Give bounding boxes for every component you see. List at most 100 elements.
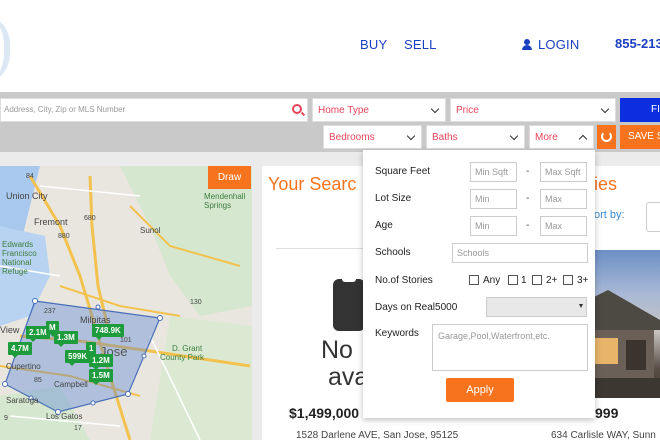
range-dash: - <box>526 193 530 204</box>
apply-button[interactable]: Apply <box>446 378 514 402</box>
chevron-down-icon <box>600 104 610 114</box>
map-label: Union City <box>6 191 48 201</box>
caret-down-icon <box>579 304 583 308</box>
chevron-down-icon <box>430 104 440 114</box>
map-label: 101 <box>120 337 132 344</box>
map-label: Mendenhall <box>204 192 246 201</box>
listing-address[interactable]: 634 Carlisle WAY, Sunn <box>551 430 656 440</box>
chevron-down-icon <box>509 131 519 141</box>
nav-login-link[interactable]: LOGIN <box>522 37 579 52</box>
map-label: Cupertino <box>6 362 41 371</box>
stories-option-label: 2+ <box>546 275 558 286</box>
stories-label: No.of Stories <box>375 275 433 286</box>
home-type-select[interactable]: Home Type <box>312 98 446 122</box>
listing-price: $1,499,000 <box>289 405 360 421</box>
search-input[interactable]: Address, City, Zip or MLS Number <box>0 98 308 122</box>
price-pin[interactable]: 1 <box>86 342 97 358</box>
price-pin[interactable]: 748.9K <box>92 324 124 340</box>
range-dash: - <box>526 220 530 231</box>
results-heading: Your Searc <box>268 174 357 194</box>
refresh-icon <box>601 131 612 142</box>
map-label: 237 <box>44 308 56 315</box>
age-label: Age <box>375 220 393 231</box>
stories-any-checkbox[interactable] <box>469 275 479 285</box>
search-icon[interactable] <box>292 104 302 114</box>
stories-2-checkbox[interactable] <box>532 275 542 285</box>
stories-option-label: 3+ <box>577 275 589 286</box>
save-search-button[interactable]: SAVE S <box>620 125 660 149</box>
map-label: Refuge <box>2 267 28 276</box>
range-dash: - <box>526 166 530 177</box>
map-label: County Park <box>160 353 205 362</box>
max-lot-size-input[interactable]: Max <box>540 189 587 209</box>
keywords-label: Keywords <box>375 328 419 339</box>
baths-label: Baths <box>432 132 458 143</box>
map-label: 130 <box>190 299 202 306</box>
map-label: 680 <box>84 215 96 222</box>
phone-number[interactable]: 855-213 <box>615 36 660 51</box>
map-label: 84 <box>26 173 34 180</box>
no-image-line: No <box>321 336 353 364</box>
min-age-input[interactable]: Min <box>470 216 517 236</box>
home-type-label: Home Type <box>318 105 369 116</box>
chevron-down-icon <box>406 131 416 141</box>
price-pin[interactable]: 4.7M <box>8 342 32 358</box>
map-label: D. Grant <box>172 344 203 353</box>
square-feet-label: Square Feet <box>375 166 431 177</box>
map-label: View <box>0 325 20 335</box>
days-on-select[interactable] <box>486 297 587 317</box>
map-label: Sunol <box>140 226 161 235</box>
days-on-label: Days on Real5000 <box>375 302 458 313</box>
map-view[interactable]: Union City Fremont Edwards Francisco Nat… <box>0 166 252 440</box>
schools-label: Schools <box>375 247 411 258</box>
more-label: More <box>535 132 558 143</box>
schools-input[interactable]: Schools <box>452 243 588 263</box>
sort-label: ort by: <box>594 209 625 221</box>
bedrooms-label: Bedrooms <box>329 132 375 143</box>
sort-select[interactable] <box>646 202 660 232</box>
map-label: 85 <box>34 377 42 384</box>
baths-select[interactable]: Baths <box>426 125 525 149</box>
max-sqft-input[interactable]: Max Sqft <box>540 162 587 182</box>
refresh-button[interactable] <box>597 125 616 149</box>
map-label: Fremont <box>34 217 68 227</box>
min-lot-size-input[interactable]: Min <box>470 189 517 209</box>
nav-buy-link[interactable]: BUY <box>360 37 387 52</box>
stories-option-label: 1 <box>521 275 527 286</box>
site-header: BUY SELL LOGIN 855-213 <box>0 0 660 92</box>
nav-login-label: LOGIN <box>538 37 580 52</box>
price-pin[interactable]: M <box>46 321 59 337</box>
price-label: Price <box>456 105 479 116</box>
stories-1-checkbox[interactable] <box>508 275 518 285</box>
keywords-textarea[interactable]: Garage,Pool,Waterfront,etc. <box>432 324 588 371</box>
bedrooms-select[interactable]: Bedrooms <box>323 125 422 149</box>
map-label: 880 <box>58 233 70 240</box>
stories-3-checkbox[interactable] <box>563 275 573 285</box>
lot-size-label: Lot Size <box>375 193 412 204</box>
map-label: Edwards <box>2 240 34 249</box>
map-label: National <box>2 258 32 267</box>
map-label: Campbell <box>54 380 88 389</box>
map-label: Saratoga <box>6 396 39 405</box>
no-image-text: No ava <box>321 337 368 391</box>
map-label: Los Gatos <box>46 412 83 421</box>
listing-address[interactable]: 1528 Darlene AVE, San Jose, 95125 <box>296 430 458 440</box>
price-select[interactable]: Price <box>450 98 616 122</box>
no-image-icon <box>333 276 365 331</box>
map-label: 9 <box>4 415 8 422</box>
price-pin[interactable]: 1.5M <box>89 369 113 385</box>
find-button[interactable]: FI <box>620 98 660 122</box>
nav-sell-link[interactable]: SELL <box>404 37 437 52</box>
map-label: Francisco <box>2 249 37 258</box>
user-icon <box>522 39 532 50</box>
stories-option-label: Any <box>483 275 501 286</box>
draw-button[interactable]: Draw <box>208 166 251 189</box>
map-label: 17 <box>74 425 82 432</box>
logo[interactable] <box>0 14 10 84</box>
results-heading-tail: ies <box>594 174 618 194</box>
min-sqft-input[interactable]: Min Sqft <box>470 162 517 182</box>
chevron-up-icon <box>578 134 588 144</box>
max-age-input[interactable]: Max <box>540 216 587 236</box>
more-select[interactable]: More <box>529 125 594 149</box>
no-image-line: ava <box>328 363 369 391</box>
